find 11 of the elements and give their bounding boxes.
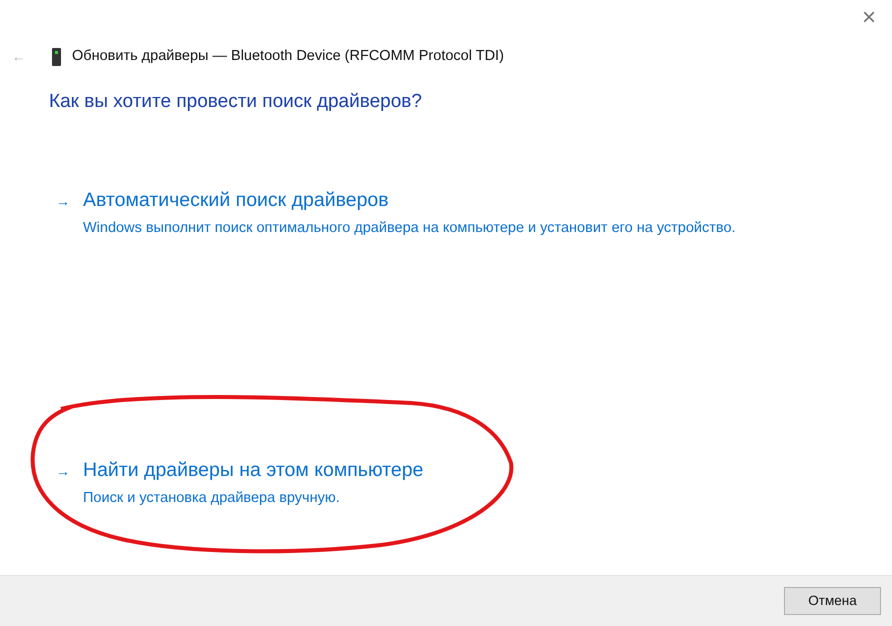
dialog-heading: Как вы хотите провести поиск драйверов? bbox=[49, 90, 423, 114]
option-description: Поиск и установка драйвера вручную. bbox=[83, 489, 341, 508]
arrow-icon: → bbox=[56, 191, 83, 212]
option-link[interactable]: Автоматический поиск драйверов bbox=[83, 186, 389, 216]
arrow-icon: → bbox=[56, 461, 83, 482]
window-title: Обновить драйверы — Bluetooth Device (RFCOMM Protocol TDI) bbox=[72, 47, 504, 66]
close-button[interactable]: × bbox=[862, 4, 876, 40]
cancel-button[interactable]: Отмена bbox=[784, 587, 881, 615]
device-icon bbox=[52, 48, 61, 66]
option-link[interactable]: Найти драйверы на этом компьютере bbox=[83, 456, 424, 486]
option-description: Windows выполнит поиск оптимального драйвера на компьютере и установит его на устройство. bbox=[83, 219, 736, 238]
